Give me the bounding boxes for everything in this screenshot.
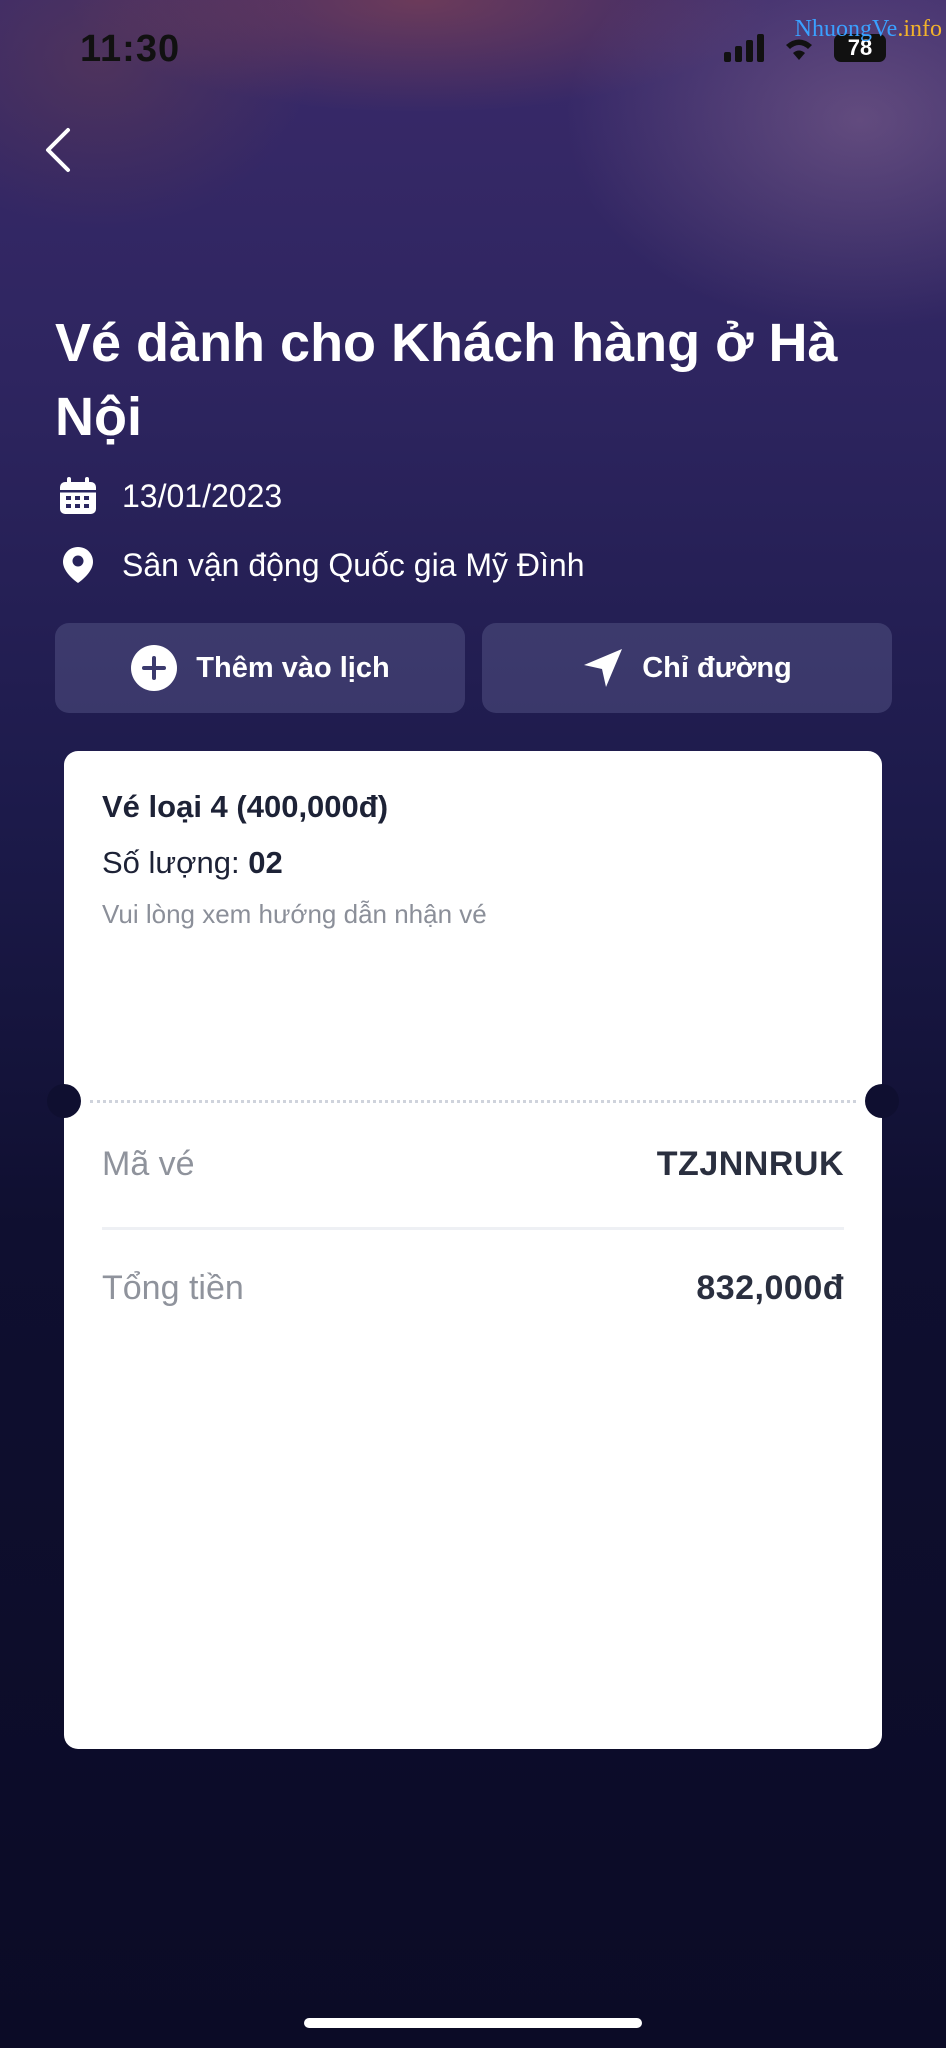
ticket-card: Vé loại 4 (400,000đ) Số lượng: 02 Vui lò… xyxy=(47,751,899,1749)
ticket-total-value: 832,000đ xyxy=(696,1269,844,1307)
event-title: Vé dành cho Khách hàng ở Hà Nội xyxy=(55,313,838,447)
ticket-total-label: Tổng tiền xyxy=(102,1269,244,1307)
ticket-code-label: Mã vé xyxy=(102,1145,195,1183)
event-date: 13/01/2023 xyxy=(122,477,283,514)
status-time: 11:30 xyxy=(80,28,181,70)
event-venue-row: Sân vận động Quốc gia Mỹ Đình xyxy=(58,545,585,585)
ticket-perforation xyxy=(90,1100,856,1103)
ticket-quantity-row: Số lượng: 02 xyxy=(102,845,283,881)
ticket-code-value: TZJNNRUK xyxy=(656,1145,844,1183)
signal-icon xyxy=(724,34,764,62)
event-venue: Sân vận động Quốc gia Mỹ Đình xyxy=(122,546,585,583)
calendar-icon xyxy=(60,477,96,514)
ticket-type: Vé loại 4 (400,000đ) xyxy=(102,789,389,824)
plus-circle-icon xyxy=(131,645,178,691)
status-bar: 11:30 78 NhuongVe.info xyxy=(0,0,946,100)
ticket-total-row: Tổng tiền 832,000đ xyxy=(102,1269,844,1308)
navigation-arrow-icon xyxy=(584,649,623,687)
ticket-quantity-label: Số lượng: xyxy=(102,845,240,880)
watermark-part2: .info xyxy=(897,16,942,42)
event-date-row: 13/01/2023 xyxy=(58,476,282,516)
directions-label: Chỉ đường xyxy=(642,651,792,684)
add-to-calendar-label: Thêm vào lịch xyxy=(196,651,390,684)
back-button[interactable] xyxy=(40,126,80,174)
home-indicator[interactable] xyxy=(304,2018,642,2028)
ticket-notch-right xyxy=(865,1084,899,1118)
ticket-quantity-value: 02 xyxy=(248,845,283,880)
chevron-left-icon xyxy=(46,128,70,172)
ticket-notch-left xyxy=(47,1084,81,1118)
ticket-divider xyxy=(102,1227,844,1230)
add-to-calendar-button[interactable]: Thêm vào lịch xyxy=(55,623,465,713)
directions-button[interactable]: Chỉ đường xyxy=(482,623,892,713)
watermark: NhuongVe.info xyxy=(795,16,942,43)
ticket-code-row: Mã vé TZJNNRUK xyxy=(102,1145,844,1184)
ticket-note: Vui lòng xem hướng dẫn nhận vé xyxy=(102,899,487,929)
watermark-part1: NhuongVe xyxy=(794,16,898,42)
map-pin-icon xyxy=(63,547,93,583)
